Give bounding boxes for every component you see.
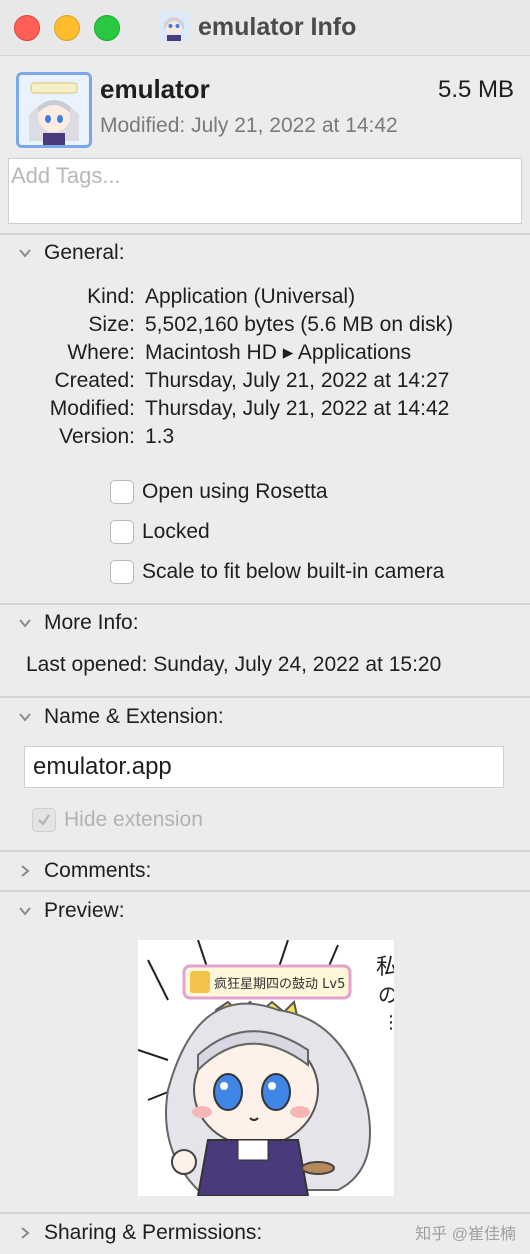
divider xyxy=(0,850,530,852)
window-title-text: emulator Info xyxy=(198,12,357,41)
field-key: Size: xyxy=(88,313,135,336)
tags-field[interactable]: Add Tags... xyxy=(8,158,522,224)
field-value: Macintosh HD ▸ Applications xyxy=(145,341,412,364)
preview-image: 疯狂星期四の鼓动 Lv5 私 の ⋮ xyxy=(138,940,394,1196)
field-value: 1.3 xyxy=(145,425,175,448)
checkbox-box[interactable] xyxy=(110,520,134,544)
section-preview-label: Preview: xyxy=(44,899,125,922)
checkbox-locked[interactable]: Locked xyxy=(110,520,210,544)
chevron-right-icon xyxy=(21,1227,30,1239)
section-more-info-header[interactable]: More Info: xyxy=(18,611,139,635)
app-modified-value: July 21, 2022 at 14:42 xyxy=(191,114,398,137)
app-icon[interactable] xyxy=(16,72,92,148)
minimize-window-button[interactable] xyxy=(54,15,80,41)
preview-side-glyph: ⋮ xyxy=(382,1012,394,1033)
preview-badge-text: 疯狂星期四の鼓动 Lv5 xyxy=(214,976,345,992)
section-general-label: General: xyxy=(44,241,125,264)
section-name-extension-label: Name & Extension: xyxy=(44,705,224,728)
general-fields: Kind: Application (Universal) Size: 5,50… xyxy=(0,283,530,451)
app-icon-small xyxy=(159,12,189,42)
app-icon-image xyxy=(19,75,89,145)
section-more-info-label: More Info: xyxy=(44,611,139,634)
preview-side-glyph: 私 xyxy=(376,955,394,980)
tags-placeholder: Add Tags... xyxy=(11,163,121,188)
divider xyxy=(0,233,530,235)
app-modified-label: Modified: xyxy=(100,114,186,137)
preview-illustration: 疯狂星期四の鼓动 Lv5 私 の ⋮ xyxy=(138,940,394,1196)
checkbox-open-rosetta[interactable]: Open using Rosetta xyxy=(110,480,328,504)
close-window-button[interactable] xyxy=(14,15,40,41)
chevron-right-icon xyxy=(21,865,30,877)
section-name-extension-header[interactable]: Name & Extension: xyxy=(18,705,224,729)
checkbox-label: Hide extension xyxy=(64,808,203,831)
checkbox-label: Scale to fit below built-in camera xyxy=(142,560,445,583)
checkbox-box[interactable] xyxy=(110,560,134,584)
checkbox-label: Open using Rosetta xyxy=(142,480,328,503)
field-value: Thursday, July 21, 2022 at 14:27 xyxy=(145,369,450,392)
chevron-down-icon xyxy=(19,907,31,916)
divider xyxy=(0,603,530,605)
chevron-down-icon xyxy=(19,249,31,258)
title-bar: emulator Info xyxy=(0,0,530,56)
chevron-down-icon xyxy=(19,713,31,722)
app-name: emulator xyxy=(100,74,210,104)
divider xyxy=(0,890,530,892)
name-input-value: emulator.app xyxy=(33,753,172,780)
app-modified: Modified: July 21, 2022 at 14:42 xyxy=(100,114,398,138)
section-sharing-label: Sharing & Permissions: xyxy=(44,1221,263,1244)
app-size: 5.5 MB xyxy=(437,76,514,103)
name-input[interactable]: emulator.app xyxy=(24,746,504,788)
zoom-window-button[interactable] xyxy=(94,15,120,41)
divider xyxy=(0,696,530,698)
chevron-down-icon xyxy=(19,619,31,628)
section-comments-header[interactable]: Comments: xyxy=(18,859,151,883)
checkbox-box-disabled xyxy=(32,808,56,832)
section-preview-header[interactable]: Preview: xyxy=(18,899,125,923)
field-value: 5,502,160 bytes (5.6 MB on disk) xyxy=(145,313,454,336)
checkmark-icon xyxy=(38,814,50,826)
checkbox-hide-extension: Hide extension xyxy=(32,808,203,832)
section-sharing-header[interactable]: Sharing & Permissions: xyxy=(18,1221,262,1245)
field-key: Modified: xyxy=(49,397,135,420)
field-value: Thursday, July 21, 2022 at 14:42 xyxy=(145,397,450,420)
checkbox-box[interactable] xyxy=(110,480,134,504)
section-comments-label: Comments: xyxy=(44,859,152,882)
watermark: 知乎 @崔佳楠 xyxy=(415,1226,516,1243)
field-key: Version: xyxy=(59,425,135,448)
checkbox-scale-to-fit[interactable]: Scale to fit below built-in camera xyxy=(110,560,444,584)
field-key: Created: xyxy=(54,369,135,392)
preview-side-glyph: の xyxy=(378,983,394,1007)
window-title: emulator Info xyxy=(158,10,356,44)
divider xyxy=(0,1212,530,1214)
section-general-header[interactable]: General: xyxy=(18,241,125,265)
checkbox-label: Locked xyxy=(142,520,210,543)
last-opened: Last opened: Sunday, July 24, 2022 at 15… xyxy=(26,653,442,676)
field-value: Application (Universal) xyxy=(145,285,356,308)
field-key: Kind: xyxy=(87,285,135,308)
field-key: Where: xyxy=(67,341,135,364)
